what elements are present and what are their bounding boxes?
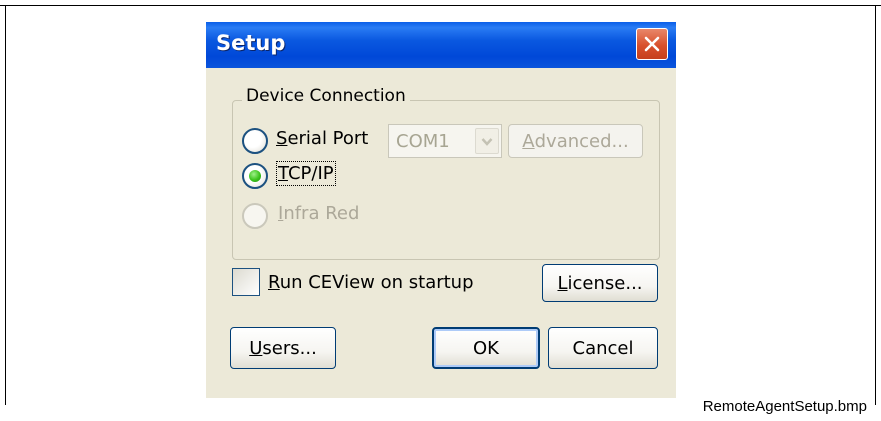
com-port-select[interactable]: COM1: [388, 124, 502, 158]
advanced-accel: A: [522, 130, 535, 152]
infrared-radio[interactable]: [242, 203, 268, 229]
dialog-title: Setup: [216, 31, 286, 55]
advanced-button[interactable]: Advanced...: [508, 124, 643, 158]
tcpip-text: CP/IP: [287, 163, 334, 184]
serial-port-radio[interactable]: [242, 128, 268, 154]
tcpip-label[interactable]: TCP/IP: [276, 161, 336, 186]
run-on-startup-label[interactable]: Run CEView on startup: [268, 272, 474, 293]
chevron-down-icon: [481, 138, 493, 146]
ok-button[interactable]: OK: [432, 327, 540, 369]
tcpip-radio[interactable]: [242, 163, 268, 189]
run-on-startup-checkbox[interactable]: [232, 268, 260, 296]
com-port-value: COM1: [396, 131, 450, 152]
image-caption: RemoteAgentSetup.bmp: [702, 398, 867, 415]
cancel-button[interactable]: Cancel: [548, 327, 658, 369]
tcpip-focus-box: TCP/IP: [276, 161, 336, 186]
users-text: sers...: [262, 337, 317, 359]
frame-left-border: [5, 5, 6, 405]
close-icon: [644, 36, 660, 52]
close-button[interactable]: [636, 28, 668, 60]
license-button[interactable]: License...: [542, 264, 658, 302]
run-on-startup-text: un CEView on startup: [279, 272, 474, 293]
users-button[interactable]: Users...: [230, 327, 336, 369]
users-accel: U: [249, 337, 263, 359]
group-label: Device Connection: [242, 86, 410, 106]
title-bar[interactable]: Setup: [206, 22, 676, 68]
combo-dropdown-button[interactable]: [475, 128, 499, 154]
infrared-label[interactable]: Infra Red: [278, 203, 359, 224]
tcpip-accel: T: [278, 163, 288, 184]
serial-port-accel: S: [276, 128, 288, 149]
license-accel: L: [557, 272, 568, 294]
frame-right-border: [875, 5, 876, 405]
frame-top-border: [0, 5, 881, 6]
license-text: icense...: [567, 272, 643, 294]
infrared-text: nfra Red: [283, 203, 360, 224]
setup-dialog: Setup Device Connection Serial Port COM1…: [206, 22, 676, 398]
run-on-startup-accel: R: [268, 272, 280, 293]
advanced-text: dvanced...: [534, 130, 629, 152]
serial-port-label[interactable]: Serial Port: [276, 128, 368, 149]
serial-port-text: erial Port: [287, 128, 369, 149]
